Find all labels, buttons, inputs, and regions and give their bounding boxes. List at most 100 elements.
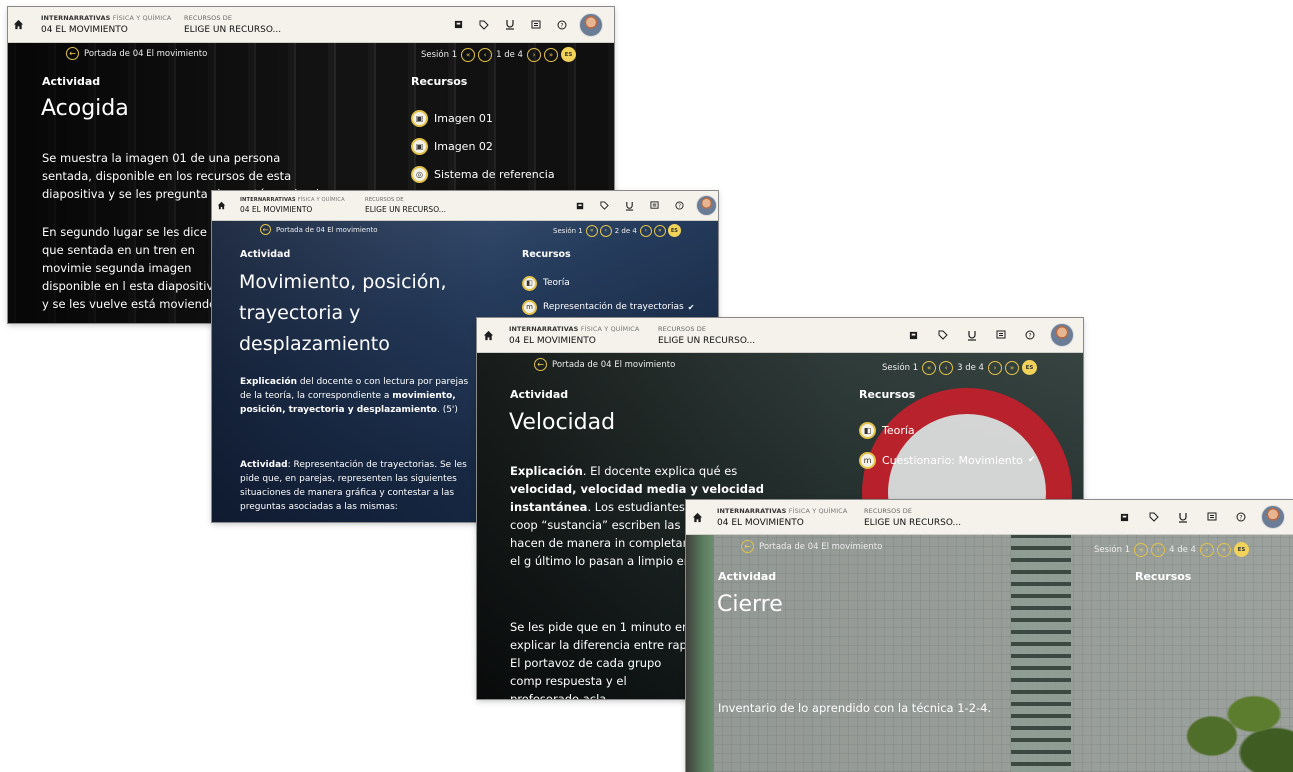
paragraph-bold: Actividad <box>240 460 288 470</box>
help-button[interactable]: ? <box>1226 512 1255 522</box>
next-icon[interactable]: › <box>526 47 541 62</box>
back-link[interactable]: ← Portada de 04 El movimiento <box>741 540 882 553</box>
resource-item[interactable]: ▣ Imagen 01 <box>411 104 555 132</box>
resource-item[interactable]: ◧ Teoría <box>522 271 694 295</box>
tag-icon <box>938 330 948 340</box>
activity-icon: m <box>522 299 537 315</box>
underline-button[interactable] <box>1168 512 1197 523</box>
notes-button[interactable] <box>1197 512 1226 522</box>
bookmark-button[interactable] <box>567 202 592 210</box>
bookmark-button[interactable] <box>899 331 928 340</box>
bookmark-button[interactable] <box>445 20 471 29</box>
underline-button[interactable] <box>957 330 986 341</box>
resource-item[interactable]: ▣ Imagen 02 <box>411 132 555 160</box>
notes-icon <box>996 330 1005 339</box>
home-icon <box>217 201 225 210</box>
first-icon[interactable]: « <box>585 224 598 237</box>
underline-button[interactable] <box>617 201 642 211</box>
notes-button[interactable] <box>523 20 549 30</box>
resources-list: ◧ Teoría m Representación de trayectoria… <box>522 271 694 319</box>
underline-icon <box>967 330 976 341</box>
language-button[interactable]: ES <box>560 47 576 62</box>
svg-text:?: ? <box>678 204 681 210</box>
notes-button[interactable] <box>642 201 667 210</box>
resource-label: Teoría <box>882 423 915 437</box>
slide-title: Acogida <box>41 96 129 121</box>
back-link[interactable]: ← Portada de 04 El movimiento <box>534 358 675 371</box>
session-label: Sesión 1 <box>882 362 919 373</box>
last-icon[interactable]: » <box>1004 360 1019 375</box>
language-button[interactable]: ES <box>1233 542 1249 557</box>
book-icon: ◧ <box>859 421 876 439</box>
next-icon[interactable]: › <box>1199 542 1214 557</box>
prev-icon[interactable]: ‹ <box>599 224 612 237</box>
brand-label: INTERNARRATIVAS <box>240 197 296 203</box>
bookmark-button[interactable] <box>1110 513 1139 522</box>
resource-selector[interactable]: RECURSOS DE ELIGE UN RECURSO... <box>365 191 446 220</box>
avatar[interactable] <box>1261 505 1285 529</box>
tag-icon <box>1149 512 1159 522</box>
prev-icon[interactable]: ‹ <box>478 47 493 62</box>
tag-button[interactable] <box>592 201 617 210</box>
unit-info: INTERNARRATIVAS FÍSICA Y QUÍMICA 04 EL M… <box>509 318 639 352</box>
resource-selector[interactable]: RECURSOS DE ELIGE UN RECURSO... <box>184 7 281 42</box>
resources-select[interactable]: ELIGE UN RECURSO... <box>184 25 281 35</box>
resources-label: RECURSOS DE <box>184 14 233 22</box>
bookmark-icon <box>454 20 462 29</box>
resource-item[interactable]: m Cuestionario: Movimiento ✔ <box>859 445 1035 475</box>
prev-icon[interactable]: ‹ <box>1151 542 1166 557</box>
help-button[interactable]: ? <box>667 201 692 210</box>
last-icon[interactable]: » <box>653 224 666 237</box>
first-icon[interactable]: « <box>461 47 476 62</box>
notes-icon <box>1207 512 1216 521</box>
help-button[interactable]: ? <box>549 20 575 30</box>
resource-selector[interactable]: RECURSOS DE ELIGE UN RECURSO... <box>658 318 755 352</box>
resources-select[interactable]: ELIGE UN RECURSO... <box>658 336 755 346</box>
slide-title: Movimiento, posición, trayectoria y desp… <box>239 271 447 355</box>
first-icon[interactable]: « <box>1134 542 1149 557</box>
tag-button[interactable] <box>928 330 957 340</box>
back-link[interactable]: ← Portada de 04 El movimiento <box>66 47 207 60</box>
top-bar: INTERNARRATIVAS FÍSICA Y QUÍMICA 04 EL M… <box>686 500 1293 535</box>
image-icon: ▣ <box>411 109 428 127</box>
resources-list: ▣ Imagen 01 ▣ Imagen 02 ◎ Sistema de ref… <box>411 104 555 188</box>
next-icon[interactable]: › <box>639 224 652 237</box>
home-button[interactable] <box>212 191 230 220</box>
help-icon: ? <box>557 20 567 29</box>
home-button[interactable] <box>686 500 708 534</box>
last-icon[interactable]: » <box>1216 542 1231 557</box>
tag-button[interactable] <box>1139 512 1168 522</box>
resources-select[interactable]: ELIGE UN RECURSO... <box>864 518 961 528</box>
language-button[interactable]: ES <box>667 224 681 237</box>
language-button[interactable]: ES <box>1021 360 1037 375</box>
avatar[interactable] <box>696 195 717 216</box>
resources-select[interactable]: ELIGE UN RECURSO... <box>365 205 446 214</box>
home-button[interactable] <box>8 7 28 42</box>
back-link[interactable]: ← Portada de 04 El movimiento <box>260 224 378 235</box>
next-icon[interactable]: › <box>987 360 1002 375</box>
bookmark-icon <box>909 331 918 339</box>
notes-button[interactable] <box>986 330 1015 340</box>
underline-button[interactable] <box>497 19 523 30</box>
resource-item[interactable]: ◎ Sistema de referencia <box>411 160 555 188</box>
last-icon[interactable]: » <box>543 47 558 62</box>
session-label: Sesión 1 <box>421 49 458 60</box>
tag-button[interactable] <box>471 20 497 30</box>
resource-item[interactable]: m Representación de trayectorias ✔ <box>522 295 694 319</box>
resource-item[interactable]: ◧ Teoría <box>859 415 1035 445</box>
brand-label: INTERNARRATIVAS <box>509 324 579 333</box>
top-bar: INTERNARRATIVAS FÍSICA Y QUÍMICA 04 EL M… <box>477 318 1083 353</box>
resources-list: ◧ Teoría m Cuestionario: Movimiento ✔ <box>859 415 1035 475</box>
avatar[interactable] <box>1050 323 1074 347</box>
help-button[interactable]: ? <box>1015 330 1044 340</box>
home-button[interactable] <box>477 318 499 352</box>
first-icon[interactable]: « <box>922 360 937 375</box>
avatar[interactable] <box>579 12 603 37</box>
slide-title: Cierre <box>717 592 783 617</box>
prev-icon[interactable]: ‹ <box>939 360 954 375</box>
slide-paragraph-1: Inventario de lo aprendido con la técnic… <box>718 701 992 715</box>
resources-label: RECURSOS DE <box>864 506 913 515</box>
unit-title: 04 EL MOVIMIENTO <box>240 205 313 214</box>
help-icon: ? <box>675 201 684 210</box>
resource-selector[interactable]: RECURSOS DE ELIGE UN RECURSO... <box>864 500 961 534</box>
